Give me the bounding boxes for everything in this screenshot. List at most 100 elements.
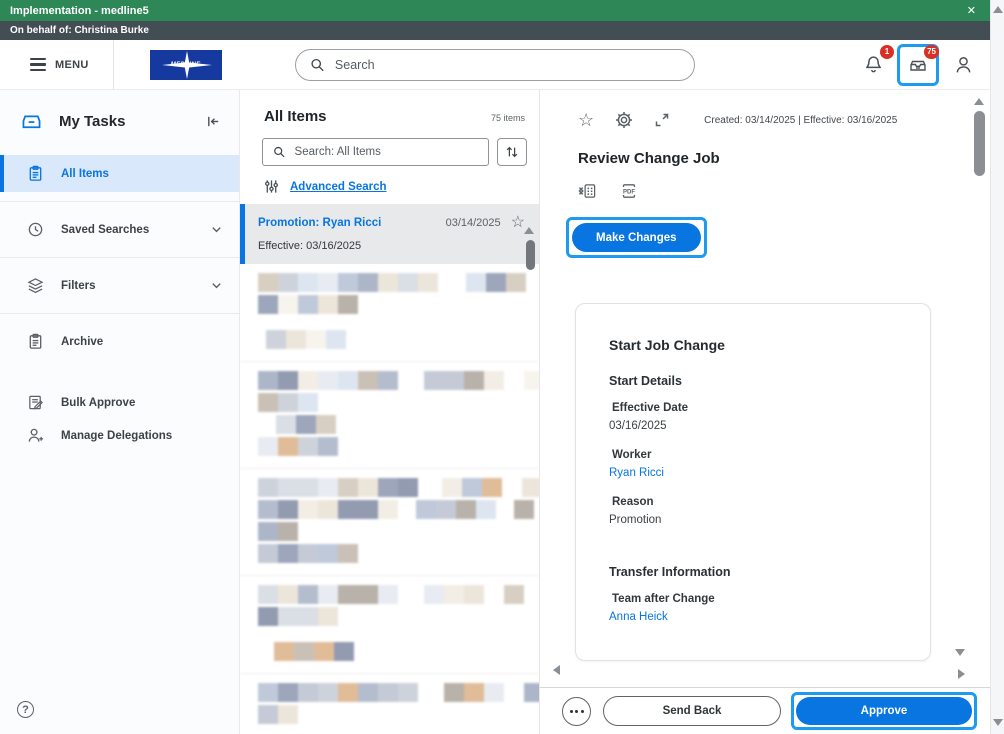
sidebar-item-label: Saved Searches	[61, 223, 150, 236]
worker-link[interactable]: Ryan Ricci	[609, 467, 910, 479]
page-scroll-up-arrow[interactable]	[993, 6, 1003, 13]
approve-button[interactable]: Approve	[796, 697, 972, 725]
main-content: My Tasks All Items Saved Searches Filter…	[0, 90, 990, 734]
sidebar-item-bulk-approve[interactable]: Bulk Approve	[0, 386, 239, 419]
person-icon	[956, 57, 970, 73]
sidebar-item-label: Filters	[61, 279, 96, 292]
expand-icon[interactable]	[654, 112, 670, 128]
medline-logo[interactable]: medline	[149, 49, 222, 80]
profile-button[interactable]	[948, 50, 978, 80]
export-excel-icon[interactable]	[578, 182, 597, 200]
collapse-panel-icon[interactable]	[206, 114, 221, 129]
sidebar-item-archive[interactable]: Archive	[0, 323, 239, 360]
sidebar-item-label: Bulk Approve	[61, 396, 136, 409]
sidebar-item-label: All Items	[61, 167, 109, 180]
created-effective-line: Created: 03/14/2025 | Effective: 03/16/2…	[704, 114, 898, 126]
make-changes-highlight-box: Make Changes	[566, 217, 707, 258]
clipboard-icon	[29, 165, 42, 181]
redacted-list-item[interactable]	[240, 469, 539, 576]
notifications-button[interactable]: 1	[858, 44, 894, 80]
list-item-effective: Effective: 03/16/2025	[258, 240, 362, 252]
document-pen-icon	[29, 395, 43, 410]
start-job-change-card: Start Job Change Start Details Effective…	[575, 303, 931, 661]
task-list-panel: All Items 75 items Search: All Items Adv…	[240, 90, 540, 734]
global-search[interactable]	[295, 49, 695, 81]
chevron-down-icon	[212, 283, 221, 289]
detail-title: Review Change Job	[578, 150, 720, 167]
make-changes-button[interactable]: Make Changes	[572, 223, 701, 252]
window-titlebar: Implementation - medline5 ✕	[0, 0, 990, 21]
help-icon[interactable]: ?	[17, 701, 34, 718]
field-team-after-change: Team after Change Anna Heick	[609, 593, 910, 623]
close-icon[interactable]: ✕	[963, 4, 980, 17]
list-scroll-up-arrow[interactable]	[524, 227, 534, 234]
detail-scroll-right-arrow[interactable]	[958, 669, 965, 679]
list-search-box[interactable]	[262, 138, 489, 166]
detail-scroll-up-arrow[interactable]	[974, 98, 984, 105]
global-search-input[interactable]	[334, 58, 680, 72]
inbox-tray-icon	[910, 60, 926, 71]
field-worker: Worker Ryan Ricci	[609, 449, 910, 479]
window-title: Implementation - medline5	[10, 4, 149, 17]
redacted-list-item[interactable]	[240, 264, 539, 362]
sidebar-item-all-items[interactable]: All Items	[0, 155, 239, 192]
list-scrollbar-thumb[interactable]	[526, 240, 535, 270]
layers-icon	[27, 278, 44, 294]
hamburger-icon	[30, 57, 46, 72]
page-scrollbar[interactable]	[990, 0, 1004, 734]
page-scroll-down-arrow[interactable]	[993, 719, 1003, 726]
medline-logo-text: medline	[170, 61, 201, 68]
redacted-list-item[interactable]	[240, 674, 539, 734]
menu-button[interactable]: MENU	[0, 40, 113, 89]
gear-icon[interactable]	[615, 111, 633, 129]
app-window: Implementation - medline5 ✕ On behalf of…	[0, 0, 1004, 734]
search-icon	[274, 146, 285, 158]
inbox-badge: 75	[924, 44, 939, 59]
task-list: Promotion: Ryan Ricci 03/14/2025 ☆ Effec…	[240, 204, 539, 734]
app-header: MENU medline	[0, 39, 990, 90]
list-item-date: 03/14/2025	[445, 217, 501, 229]
list-count: 75 items	[490, 113, 525, 123]
field-reason: Reason Promotion	[609, 496, 662, 526]
notifications-badge: 1	[880, 44, 894, 59]
my-tasks-sidebar: My Tasks All Items Saved Searches Filter…	[0, 90, 240, 734]
list-search-input[interactable]	[294, 146, 478, 158]
sidebar-item-saved-searches[interactable]: Saved Searches	[0, 211, 239, 248]
detail-scroll-left-arrow[interactable]	[553, 665, 560, 675]
send-back-button[interactable]: Send Back	[603, 696, 781, 726]
sidebar-title: My Tasks	[59, 113, 126, 130]
approve-highlight-box: Approve	[791, 692, 977, 730]
sort-button[interactable]	[497, 138, 527, 166]
section-title: Start Details	[609, 374, 682, 388]
export-pdf-icon[interactable]: PDF	[620, 182, 638, 200]
on-behalf-bar: On behalf of: Christina Burke	[0, 21, 990, 40]
redacted-list-item[interactable]	[240, 362, 539, 469]
my-tasks-icon	[22, 115, 41, 129]
sliders-icon	[265, 180, 278, 193]
favorite-star-icon[interactable]: ☆	[578, 111, 594, 129]
sidebar-item-label: Archive	[61, 335, 104, 348]
favorite-star-icon[interactable]: ☆	[511, 215, 525, 231]
more-actions-button[interactable]	[562, 696, 591, 726]
sidebar-divider	[0, 201, 239, 202]
redacted-list-item[interactable]	[240, 576, 539, 674]
team-after-change-link[interactable]: Anna Heick	[609, 611, 910, 623]
advanced-search-link[interactable]: Advanced Search	[290, 181, 387, 193]
sidebar-item-filters[interactable]: Filters	[0, 267, 239, 304]
section-title: Transfer Information	[609, 565, 731, 579]
person-plus-icon	[28, 428, 44, 442]
detail-scroll-down-arrow[interactable]	[955, 649, 965, 656]
archive-document-icon	[29, 333, 42, 349]
detail-scrollbar-thumb[interactable]	[974, 111, 985, 176]
inbox-highlight-box: 75	[897, 43, 939, 86]
action-footer: Send Back Approve	[540, 687, 990, 734]
sidebar-divider	[0, 257, 239, 258]
list-item-selected[interactable]: Promotion: Ryan Ricci 03/14/2025 ☆ Effec…	[240, 204, 539, 264]
sidebar-item-manage-delegations[interactable]: Manage Delegations	[0, 419, 239, 452]
svg-text:PDF: PDF	[623, 190, 635, 196]
my-tasks-inbox-button[interactable]: 75	[903, 44, 939, 80]
list-item-title[interactable]: Promotion: Ryan Ricci	[258, 217, 381, 229]
bell-icon	[865, 56, 881, 73]
card-title: Start Job Change	[609, 337, 725, 353]
menu-label: MENU	[55, 58, 89, 71]
